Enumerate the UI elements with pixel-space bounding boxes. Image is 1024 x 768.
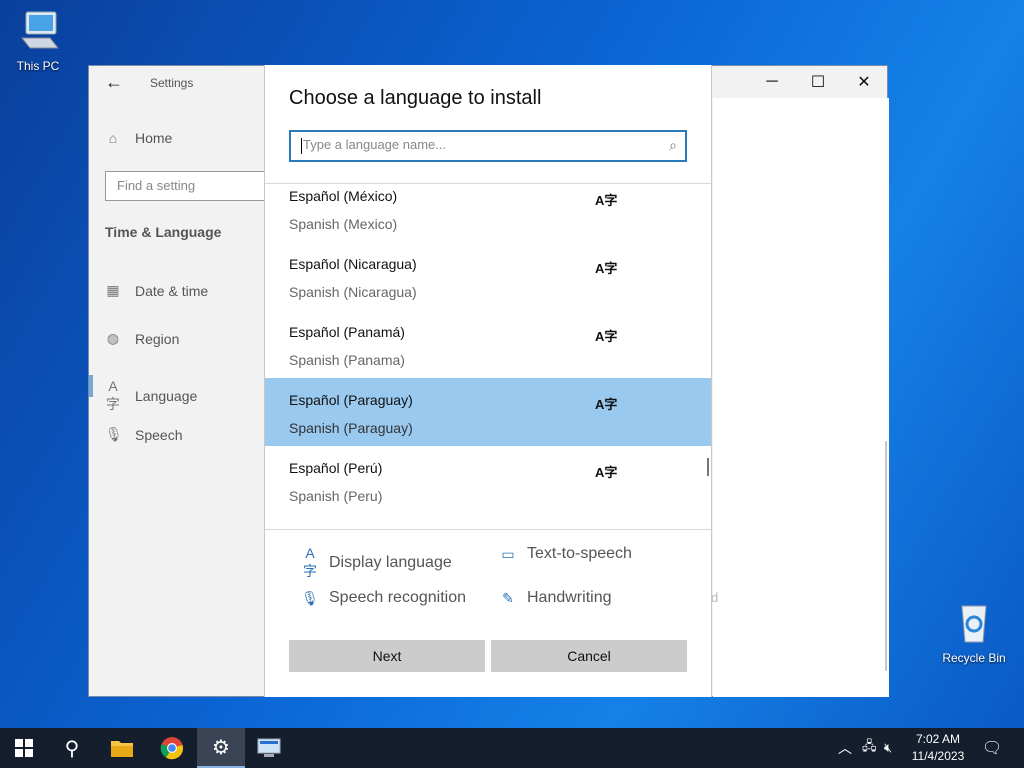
display-language-icon: A字 <box>595 465 618 480</box>
list-item-selected[interactable]: Español (Paraguay) Spanish (Paraguay) A字 <box>265 378 711 446</box>
list-item[interactable]: Español (Panamá) Spanish (Panama) A字 <box>265 310 711 378</box>
feature-label: Text-to-speech <box>527 545 632 562</box>
cancel-button[interactable]: Cancel <box>491 640 687 672</box>
nav-language[interactable]: A字 Language <box>105 378 197 414</box>
computer-icon <box>20 11 60 49</box>
microphone-icon: 🎙︎ <box>301 589 319 606</box>
app-title: Settings <box>150 76 194 90</box>
network-computer-icon <box>257 738 281 757</box>
display-language-icon: A字 <box>595 329 618 344</box>
clock-time: 7:02 AM <box>915 732 961 746</box>
language-native-name: Español (Nicaragua) <box>289 256 417 272</box>
windows-logo-icon <box>15 739 33 757</box>
nav-label: Language <box>135 388 198 404</box>
desktop-icon-label: This PC <box>16 59 60 73</box>
feature-speech-recognition: 🎙︎ Speech recognition <box>301 589 466 607</box>
display-language-icon: A字 <box>303 545 317 579</box>
microphone-icon: 🎙︎ <box>105 426 123 442</box>
start-button[interactable] <box>0 728 48 768</box>
folder-icon <box>111 741 133 757</box>
section-title: Time & Language <box>105 224 222 240</box>
chevron-up-icon[interactable]: ︿ <box>838 728 852 768</box>
language-native-name: Español (Perú) <box>289 460 383 476</box>
network-icon[interactable]: 🖧 <box>862 728 877 768</box>
display-language-icon: A字 <box>595 397 618 412</box>
globe-icon: ◍ <box>106 330 120 346</box>
settings-content-area <box>713 98 889 697</box>
language-native-name: Español (Paraguay) <box>289 392 413 408</box>
dialog-title: Choose a language to install <box>289 87 542 109</box>
search-icon[interactable]: ⚲ <box>48 728 96 768</box>
list-scrollbar[interactable] <box>707 458 709 476</box>
search-placeholder: Type a language name... <box>303 137 447 152</box>
language-english-name: Spanish (Nicaragua) <box>289 284 417 300</box>
desktop-icon-this-pc[interactable]: This PC <box>2 8 74 73</box>
language-icon: A字 <box>106 378 120 412</box>
desktop-icon-label: Recycle Bin <box>942 651 1006 665</box>
text-to-speech-icon: ▭ <box>501 545 515 562</box>
clock-date: 11/4/2023 <box>911 749 965 763</box>
nav-region[interactable]: ◍ Region <box>105 330 179 347</box>
nav-speech[interactable]: 🎙︎ Speech <box>105 426 182 443</box>
nav-label: Region <box>135 330 180 347</box>
nav-label: Speech <box>135 426 183 443</box>
back-arrow-icon[interactable]: ← <box>105 72 123 93</box>
language-list[interactable]: Español (México) Spanish (Mexico) A字 Esp… <box>265 183 711 530</box>
list-item[interactable]: Español (México) Spanish (Mexico) A字 <box>265 184 711 242</box>
nav-home[interactable]: ⌂ Home <box>105 130 173 146</box>
nav-label: Home <box>135 130 173 146</box>
display-language-icon: A字 <box>595 261 618 276</box>
calendar-icon: ▦ <box>106 282 120 298</box>
language-english-name: Spanish (Peru) <box>289 488 383 504</box>
list-item[interactable]: Español (Nicaragua) Spanish (Nicaragua) … <box>265 242 711 310</box>
list-item[interactable]: Español (Perú) Spanish (Peru) A字 <box>265 446 711 514</box>
file-explorer-icon[interactable] <box>98 728 146 768</box>
text-caret <box>301 137 302 154</box>
taskbar: ⚲ ⚙ ︿ 🖧 🔇︎ 7:02 AM 11/4/2023 🗨︎ <box>0 728 1024 768</box>
system-clock[interactable]: 7:02 AM 11/4/2023 <box>905 731 971 765</box>
language-english-name: Spanish (Panama) <box>289 352 405 368</box>
feature-text-to-speech: ▭ Text-to-speech <box>499 545 632 563</box>
language-english-name: Spanish (Paraguay) <box>289 420 413 436</box>
chrome-logo-icon <box>160 737 184 760</box>
nav-date-time[interactable]: ▦ Date & time <box>105 282 208 299</box>
language-search-input[interactable]: Type a language name... ⌕ <box>289 130 687 162</box>
minimize-icon[interactable]: ─ <box>749 66 795 98</box>
selected-nav-indicator <box>89 375 93 397</box>
volume-muted-icon[interactable]: 🔇︎ <box>884 728 892 768</box>
feature-display-language: A字 Display language <box>301 545 452 581</box>
nav-label: Date & time <box>135 282 209 299</box>
language-english-name: Spanish (Mexico) <box>289 216 398 232</box>
recycle-bin-icon <box>961 605 987 643</box>
display-language-icon: A字 <box>595 193 618 208</box>
app-window-icon[interactable] <box>245 728 293 768</box>
maximize-icon[interactable]: ☐ <box>795 66 841 98</box>
next-button[interactable]: Next <box>289 640 485 672</box>
choose-language-dialog: Choose a language to install Type a lang… <box>264 65 712 697</box>
close-icon[interactable]: ✕ <box>841 66 887 98</box>
find-setting-input[interactable]: Find a setting <box>105 171 275 201</box>
desktop-icon-recycle-bin[interactable]: Recycle Bin <box>938 600 1010 665</box>
feature-label: Display language <box>329 554 452 571</box>
language-native-name: Español (México) <box>289 188 398 204</box>
background-text: d <box>711 590 719 605</box>
feature-handwriting: ✎ Handwriting <box>499 589 611 607</box>
chrome-icon[interactable] <box>148 728 196 768</box>
language-native-name: Español (Panamá) <box>289 324 405 340</box>
notification-icon[interactable]: 🗨︎ <box>982 728 1002 768</box>
content-scrollbar[interactable] <box>885 441 887 671</box>
home-icon: ⌂ <box>108 130 118 146</box>
feature-label: Speech recognition <box>329 589 466 606</box>
window-controls: ─ ☐ ✕ <box>749 66 887 98</box>
settings-sidebar: ← Settings ⌂ Home Find a setting Time & … <box>89 66 275 696</box>
search-icon: ⌕ <box>669 137 677 153</box>
feature-label: Handwriting <box>527 589 612 606</box>
settings-gear-icon[interactable]: ⚙ <box>197 728 245 768</box>
handwriting-icon: ✎ <box>502 589 514 606</box>
